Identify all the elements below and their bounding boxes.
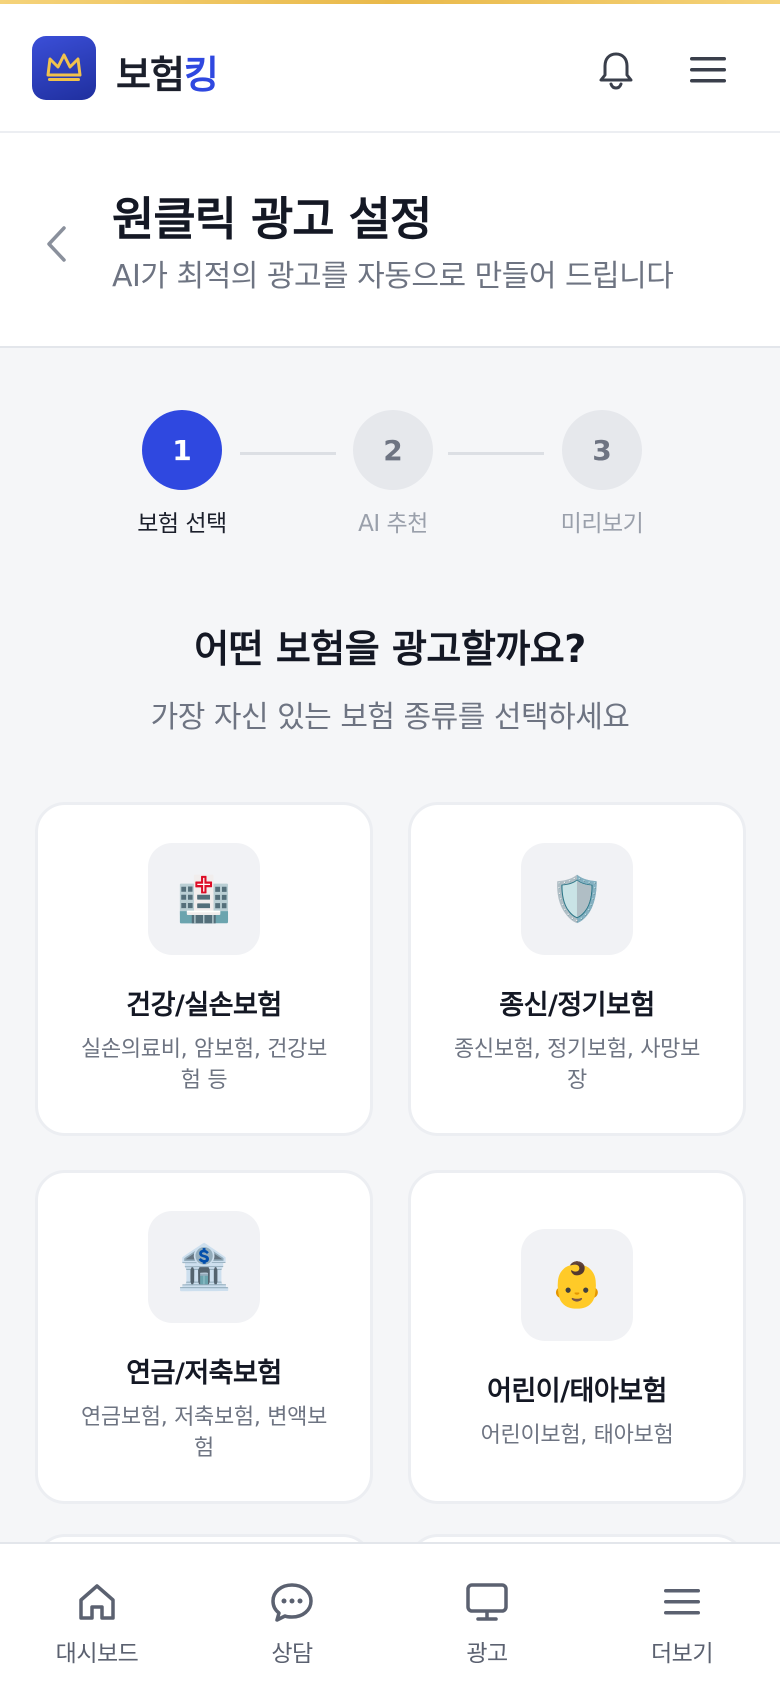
category-card-health[interactable]: 🏥 건강/실손보험 실손의료비, 암보험, 건강보험 등: [35, 802, 373, 1136]
home-icon: [73, 1578, 121, 1626]
card-description: 실손의료비, 암보험, 건강보험 등: [80, 1037, 328, 1093]
shield-icon: 🛡️: [521, 843, 633, 955]
step-1: 1 보험 선택: [102, 410, 262, 538]
chat-bubble-icon: [268, 1578, 316, 1626]
bottom-navigation: 대시보드 상담 광고 더보기: [0, 1542, 780, 1688]
step-number: 1: [142, 410, 222, 490]
question-subtitle: 가장 자신 있는 보험 종류를 선택하세요: [150, 700, 630, 735]
step-label: 미리보기: [560, 511, 644, 537]
app-name-part2: 킹: [183, 53, 219, 97]
step-label: 보험 선택: [137, 511, 227, 537]
category-card-pension[interactable]: 🏦 연금/저축보험 연금보험, 저축보험, 변액보험: [35, 1170, 373, 1504]
app-name: 보험킹: [116, 44, 219, 99]
card-title: 종신/정기보험: [499, 990, 655, 1021]
step-number: 3: [562, 410, 642, 490]
page-title: 원클릭 광고 설정: [112, 192, 432, 246]
step-3: 3 미리보기: [522, 410, 682, 538]
app-logo[interactable]: [32, 36, 96, 100]
hospital-icon: 🏥: [148, 843, 260, 955]
card-description: 어린이보험, 태아보험: [480, 1423, 674, 1448]
card-description: 연금보험, 저축보험, 변액보험: [80, 1405, 328, 1461]
bank-icon: 🏦: [148, 1211, 260, 1323]
bell-icon: [599, 52, 633, 90]
hamburger-menu-icon: [658, 1578, 706, 1626]
question-title: 어떤 보험을 광고할까요?: [194, 627, 586, 671]
card-title: 건강/실손보험: [126, 990, 282, 1021]
step-2: 2 AI 추천: [313, 410, 473, 538]
card-title: 어린이/태아보험: [487, 1376, 667, 1407]
progress-stepper: 1 보험 선택 2 AI 추천 3 미리보기: [0, 410, 780, 540]
category-card-life[interactable]: 🛡️ 종신/정기보험 종신보험, 정기보험, 사망보장: [408, 802, 746, 1136]
page-subtitle: AI가 최적의 광고를 자동으로 만들어 드립니다: [112, 259, 674, 294]
monitor-icon: [463, 1578, 511, 1626]
chevron-left-icon: [47, 226, 66, 262]
nav-label: 상담: [271, 1641, 313, 1667]
nav-item-dashboard[interactable]: 대시보드: [22, 1578, 172, 1668]
notification-button[interactable]: [594, 48, 638, 92]
nav-item-consult[interactable]: 상담: [217, 1578, 367, 1668]
nav-label: 대시보드: [55, 1641, 139, 1667]
menu-button[interactable]: [686, 48, 730, 92]
baby-icon: 👶: [521, 1229, 633, 1341]
page-title-section: 원클릭 광고 설정 AI가 최적의 광고를 자동으로 만들어 드립니다: [0, 133, 780, 348]
crown-icon: [46, 53, 82, 81]
app-header: 보험킹: [0, 4, 780, 133]
card-description: 종신보험, 정기보험, 사망보장: [453, 1037, 701, 1093]
category-card-child[interactable]: 👶 어린이/태아보험 어린이보험, 태아보험: [408, 1170, 746, 1504]
nav-item-more[interactable]: 더보기: [607, 1578, 757, 1668]
card-title: 연금/저축보험: [126, 1358, 282, 1389]
app-name-part1: 보험: [116, 53, 185, 97]
hamburger-menu-icon: [690, 57, 726, 83]
nav-label: 더보기: [651, 1641, 713, 1667]
nav-label: 광고: [466, 1641, 508, 1667]
step-label: AI 추천: [358, 511, 428, 537]
back-button[interactable]: [36, 219, 76, 269]
nav-item-ads[interactable]: 광고: [412, 1578, 562, 1668]
step-number: 2: [353, 410, 433, 490]
